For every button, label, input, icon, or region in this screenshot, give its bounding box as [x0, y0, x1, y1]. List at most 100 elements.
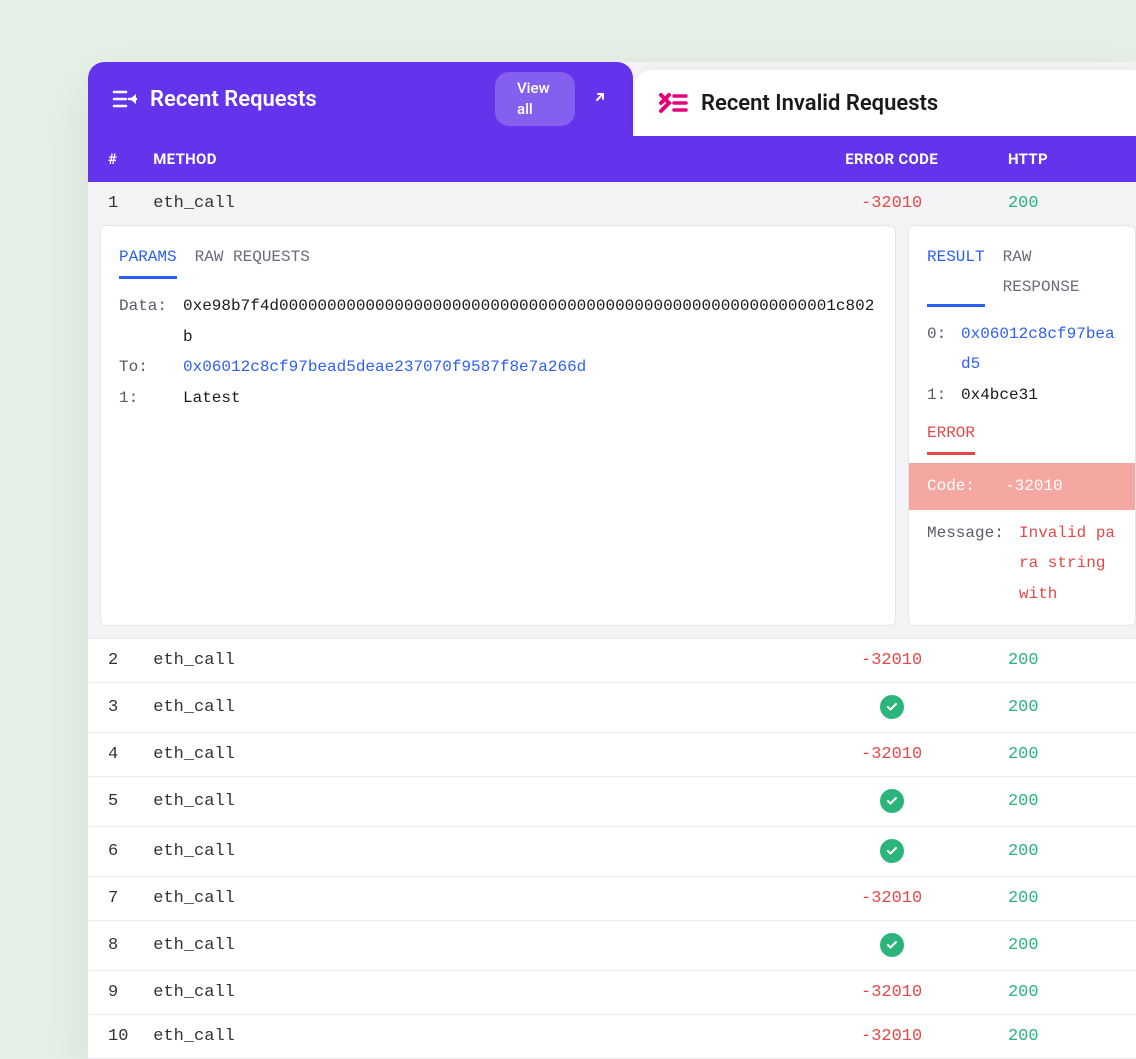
table-row[interactable]: 4eth_call-32010200: [88, 733, 1136, 777]
row-method: eth_call: [153, 889, 793, 908]
table-row[interactable]: 3eth_call 200: [88, 683, 1136, 733]
col-http: HTTP: [990, 150, 1128, 168]
col-error-code: ERROR CODE: [793, 150, 990, 168]
row-number: 6: [108, 842, 153, 861]
tab-result[interactable]: RESULT: [927, 242, 985, 307]
row-http: 200: [990, 651, 1128, 670]
list-arrow-icon: [112, 88, 138, 110]
table-row[interactable]: 1eth_call-32010200: [88, 182, 1136, 225]
row-method: eth_call: [153, 936, 793, 955]
row-error-code: [793, 695, 990, 720]
row-error-code: -32010: [793, 1027, 990, 1046]
param-value[interactable]: 0x06012c8cf97bead5deae237070f9587f8e7a26…: [183, 352, 586, 382]
tab-recent-invalid-requests[interactable]: Recent Invalid Requests: [635, 70, 1136, 136]
result-key: 0:: [927, 319, 961, 380]
detail-params-box: PARAMS RAW REQUESTS Data:0xe98b7f4d0000000…: [100, 225, 896, 626]
param-key: 1:: [119, 383, 183, 413]
tab-recent-requests[interactable]: Recent Requests View all: [88, 62, 633, 136]
param-value: 0xe98b7f4d000000000000000000000000000000…: [183, 291, 877, 352]
error-message-row: Message:Invalid para string with: [927, 518, 1117, 609]
param-key: Data:: [119, 291, 183, 352]
param-row: To:0x06012c8cf97bead5deae237070f9587f8e7…: [119, 352, 877, 382]
row-number: 8: [108, 936, 153, 955]
tab-header: Recent Requests View all Recent Invalid …: [88, 62, 1136, 136]
row-number: 5: [108, 792, 153, 811]
row-detail: PARAMS RAW REQUESTS Data:0xe98b7f4d0000000…: [88, 225, 1136, 639]
table-row[interactable]: 9eth_call-32010200: [88, 971, 1136, 1015]
row-http: 200: [990, 792, 1128, 811]
external-link-icon[interactable]: [591, 88, 609, 110]
result-row: 0:0x06012c8cf97bead5: [927, 319, 1117, 380]
col-number: #: [108, 150, 153, 168]
tab-raw-requests[interactable]: RAW REQUESTS: [195, 242, 310, 279]
row-method: eth_call: [153, 194, 793, 213]
tab-title: Recent Invalid Requests: [701, 91, 938, 116]
table-row[interactable]: 5eth_call 200: [88, 777, 1136, 827]
table-row[interactable]: 6eth_call 200: [88, 827, 1136, 877]
row-method: eth_call: [153, 651, 793, 670]
row-error-code: [793, 789, 990, 814]
tab-error[interactable]: ERROR: [927, 418, 975, 455]
param-value: Latest: [183, 383, 241, 413]
tab-raw-response[interactable]: RAW RESPONSE: [1003, 242, 1117, 307]
row-error-code: -32010: [793, 745, 990, 764]
row-number: 7: [108, 889, 153, 908]
param-key: To:: [119, 352, 183, 382]
row-method: eth_call: [153, 842, 793, 861]
result-key: 1:: [927, 380, 961, 410]
row-error-code: -32010: [793, 651, 990, 670]
error-code-banner: Code: -32010: [909, 463, 1135, 509]
check-icon: [880, 789, 904, 813]
error-code-key: Code:: [927, 471, 975, 501]
row-error-code: -32010: [793, 889, 990, 908]
param-row: 1:Latest: [119, 383, 877, 413]
table-row[interactable]: 8eth_call 200: [88, 921, 1136, 971]
row-number: 10: [108, 1027, 153, 1046]
view-all-group: View all: [495, 72, 609, 126]
invalid-icon: [659, 92, 689, 114]
row-method: eth_call: [153, 1027, 793, 1046]
row-http: 200: [990, 745, 1128, 764]
row-number: 1: [108, 194, 153, 213]
check-icon: [880, 933, 904, 957]
row-http: 200: [990, 983, 1128, 1002]
row-http: 200: [990, 889, 1128, 908]
row-http: 200: [990, 194, 1128, 213]
view-all-button[interactable]: View all: [495, 72, 575, 126]
row-error-code: -32010: [793, 194, 990, 213]
param-row: Data:0xe98b7f4d0000000000000000000000000…: [119, 291, 877, 352]
result-value[interactable]: 0x06012c8cf97bead5: [961, 319, 1117, 380]
error-message-key: Message:: [927, 518, 1019, 609]
row-http: 200: [990, 698, 1128, 717]
row-error-code: [793, 933, 990, 958]
row-http: 200: [990, 936, 1128, 955]
rows-container: 1eth_call-32010200PARAMSRAW REQUESTSData…: [88, 182, 1136, 1059]
check-icon: [880, 839, 904, 863]
table-row[interactable]: 10eth_call-32010200: [88, 1015, 1136, 1059]
row-method: eth_call: [153, 745, 793, 764]
row-http: 200: [990, 1027, 1128, 1046]
row-number: 9: [108, 983, 153, 1002]
result-row: 1:0x4bce31: [927, 380, 1117, 410]
error-code-value: -32010: [1005, 471, 1063, 501]
row-method: eth_call: [153, 983, 793, 1002]
tab-title: Recent Requests: [150, 87, 317, 112]
col-method: METHOD: [153, 150, 793, 168]
row-error-code: [793, 839, 990, 864]
check-icon: [880, 695, 904, 719]
table-row[interactable]: 2eth_call-32010200: [88, 639, 1136, 683]
row-method: eth_call: [153, 792, 793, 811]
row-number: 3: [108, 698, 153, 717]
row-number: 2: [108, 651, 153, 670]
error-message-value: Invalid para string with: [1019, 518, 1117, 609]
row-number: 4: [108, 745, 153, 764]
row-method: eth_call: [153, 698, 793, 717]
column-headers: # METHOD ERROR CODE HTTP: [88, 136, 1136, 182]
row-error-code: -32010: [793, 983, 990, 1002]
result-value: 0x4bce31: [961, 380, 1038, 410]
requests-panel: Recent Requests View all Recent Invalid …: [88, 62, 1136, 1059]
detail-result-box: RESULT RAW RESPONSE 0:0x06012c8cf97bead51:…: [908, 225, 1136, 626]
tab-params[interactable]: PARAMS: [119, 242, 177, 279]
table-row[interactable]: 7eth_call-32010200: [88, 877, 1136, 921]
row-http: 200: [990, 842, 1128, 861]
